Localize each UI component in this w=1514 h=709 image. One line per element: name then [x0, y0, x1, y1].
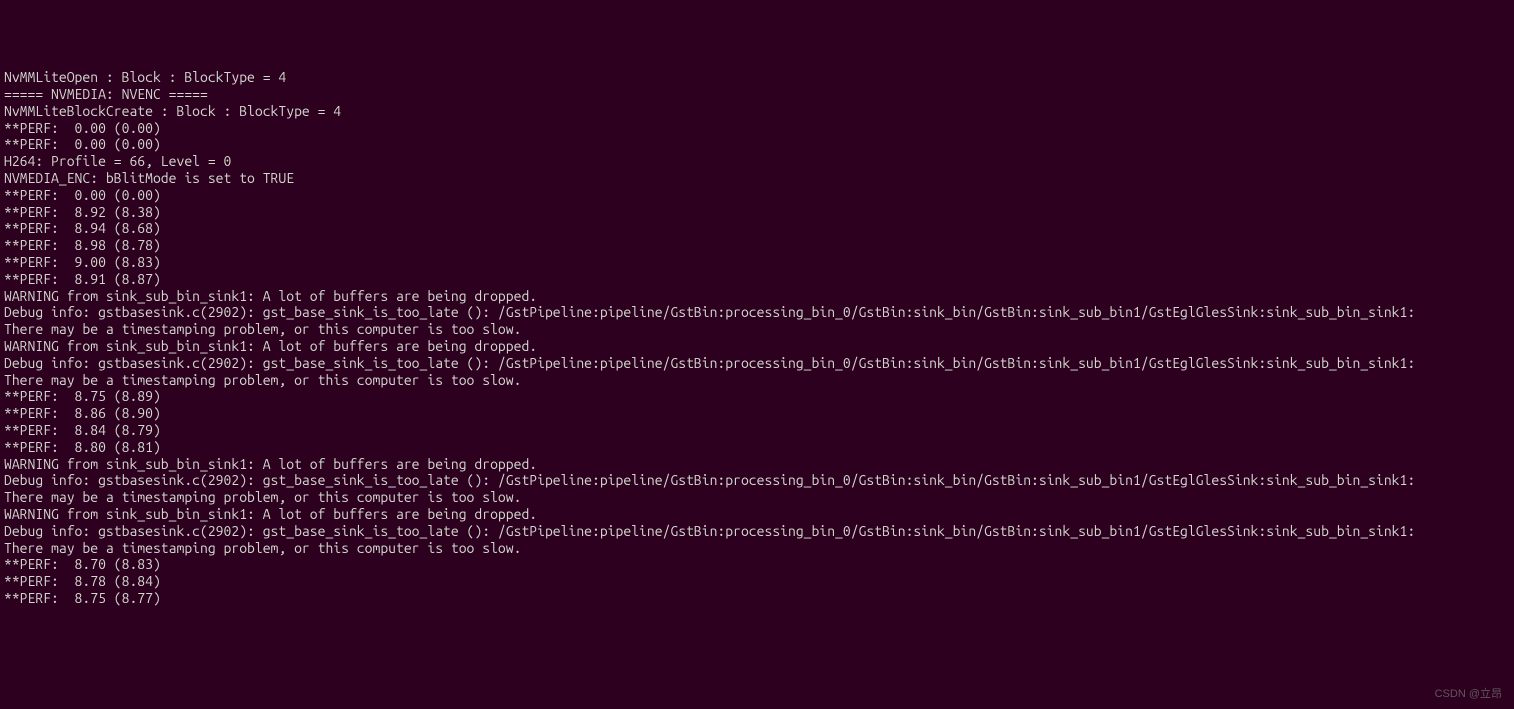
- terminal-line: NvMMLiteOpen : Block : BlockType = 4: [4, 69, 1510, 86]
- terminal-line: There may be a timestamping problem, or …: [4, 540, 1510, 557]
- terminal-line: **PERF: 8.94 (8.68): [4, 220, 1510, 237]
- terminal-line: **PERF: 8.80 (8.81): [4, 439, 1510, 456]
- terminal-line: **PERF: 8.78 (8.84): [4, 573, 1510, 590]
- terminal-line: ===== NVMEDIA: NVENC =====: [4, 86, 1510, 103]
- terminal-line: **PERF: 8.84 (8.79): [4, 422, 1510, 439]
- terminal-output[interactable]: NvMMLiteOpen : Block : BlockType = 4====…: [4, 69, 1510, 607]
- terminal-line: **PERF: 9.00 (8.83): [4, 254, 1510, 271]
- terminal-line: NVMEDIA_ENC: bBlitMode is set to TRUE: [4, 170, 1510, 187]
- terminal-line: **PERF: 0.00 (0.00): [4, 120, 1510, 137]
- terminal-line: **PERF: 8.86 (8.90): [4, 405, 1510, 422]
- terminal-line: **PERF: 0.00 (0.00): [4, 136, 1510, 153]
- terminal-line: H264: Profile = 66, Level = 0: [4, 153, 1510, 170]
- terminal-line: WARNING from sink_sub_bin_sink1: A lot o…: [4, 338, 1510, 355]
- terminal-line: Debug info: gstbasesink.c(2902): gst_bas…: [4, 355, 1510, 372]
- terminal-line: Debug info: gstbasesink.c(2902): gst_bas…: [4, 472, 1510, 489]
- terminal-line: NvMMLiteBlockCreate : Block : BlockType …: [4, 103, 1510, 120]
- terminal-line: **PERF: 8.75 (8.77): [4, 590, 1510, 607]
- terminal-line: WARNING from sink_sub_bin_sink1: A lot o…: [4, 288, 1510, 305]
- terminal-line: There may be a timestamping problem, or …: [4, 489, 1510, 506]
- terminal-line: **PERF: 8.75 (8.89): [4, 388, 1510, 405]
- terminal-line: **PERF: 8.91 (8.87): [4, 271, 1510, 288]
- terminal-line: **PERF: 8.70 (8.83): [4, 556, 1510, 573]
- terminal-line: WARNING from sink_sub_bin_sink1: A lot o…: [4, 506, 1510, 523]
- terminal-line: Debug info: gstbasesink.c(2902): gst_bas…: [4, 304, 1510, 321]
- watermark-text: CSDN @立昂: [1435, 688, 1502, 701]
- terminal-line: There may be a timestamping problem, or …: [4, 321, 1510, 338]
- terminal-line: There may be a timestamping problem, or …: [4, 372, 1510, 389]
- terminal-line: WARNING from sink_sub_bin_sink1: A lot o…: [4, 456, 1510, 473]
- terminal-line: **PERF: 8.92 (8.38): [4, 204, 1510, 221]
- terminal-line: **PERF: 8.98 (8.78): [4, 237, 1510, 254]
- terminal-line: Debug info: gstbasesink.c(2902): gst_bas…: [4, 523, 1510, 540]
- terminal-line: **PERF: 0.00 (0.00): [4, 187, 1510, 204]
